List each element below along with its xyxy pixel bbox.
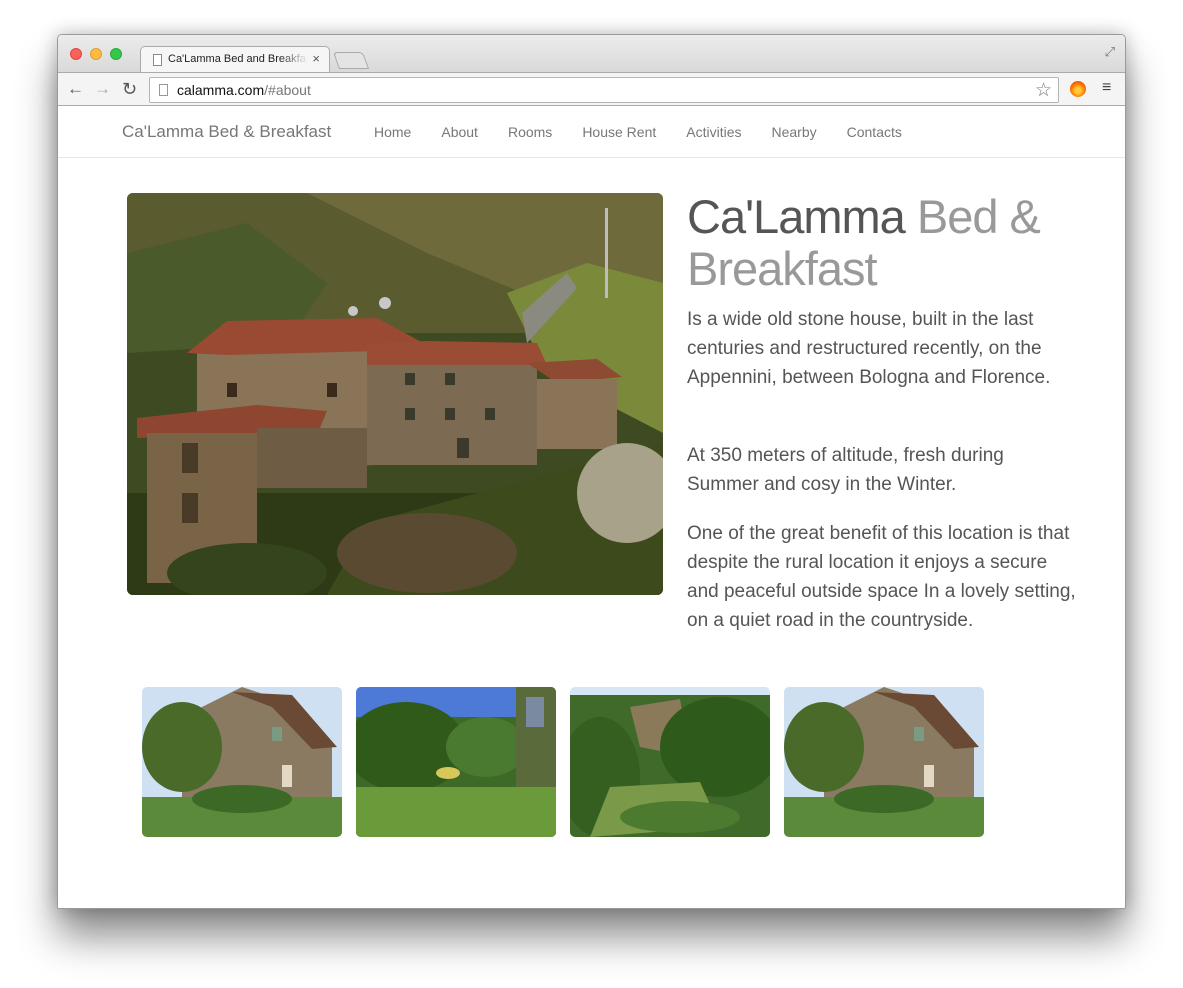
browser-tab[interactable]: Ca'Lamma Bed and Breakfast × bbox=[140, 46, 330, 73]
nav-link-activities[interactable]: Activities bbox=[686, 124, 741, 140]
fullscreen-icon[interactable]: ⤢ bbox=[1105, 44, 1115, 60]
about-heading: Ca'Lamma Bed & Breakfast bbox=[687, 191, 1087, 295]
url-text[interactable]: calamma.com/#about bbox=[177, 82, 311, 98]
hero-photo bbox=[127, 193, 663, 595]
nav-link-contacts[interactable]: Contacts bbox=[847, 124, 902, 140]
about-paragraph: At 350 meters of altitude, fresh during … bbox=[687, 445, 1004, 495]
about-paragraph: Is a wide old stone house, built in the … bbox=[687, 309, 1051, 388]
url-host: calamma.com bbox=[177, 82, 265, 98]
gallery-thumbnail[interactable] bbox=[356, 687, 556, 837]
extension-fire-icon[interactable] bbox=[1070, 81, 1086, 97]
page-content: Ca'Lamma Bed & Breakfast Home About Room… bbox=[58, 107, 1125, 908]
reload-icon[interactable]: ↻ bbox=[122, 79, 137, 99]
site-brand[interactable]: Ca'Lamma Bed & Breakfast bbox=[122, 122, 331, 142]
gallery-thumbnail[interactable] bbox=[570, 687, 770, 837]
site-navbar: Ca'Lamma Bed & Breakfast Home About Room… bbox=[58, 107, 1125, 158]
minimize-window-button[interactable] bbox=[90, 48, 102, 60]
close-window-button[interactable] bbox=[70, 48, 82, 60]
page-icon bbox=[153, 54, 162, 66]
forward-icon[interactable]: → bbox=[94, 79, 111, 99]
url-path: /#about bbox=[264, 82, 311, 98]
zoom-window-button[interactable] bbox=[110, 48, 122, 60]
nav-link-about[interactable]: About bbox=[441, 124, 478, 140]
browser-toolbar: ← → ↻ calamma.com/#about ☆ ≡ bbox=[58, 72, 1125, 106]
tab-title: Ca'Lamma Bed and Breakfast bbox=[168, 53, 308, 65]
heading-main: Ca'Lamma bbox=[687, 190, 906, 243]
gallery-thumbnail[interactable] bbox=[784, 687, 984, 837]
gallery-thumbnail[interactable] bbox=[142, 687, 342, 837]
menu-icon[interactable]: ≡ bbox=[1102, 79, 1111, 97]
about-paragraph: One of the great benefit of this locatio… bbox=[687, 523, 1076, 631]
nav-link-house-rent[interactable]: House Rent bbox=[582, 124, 656, 140]
nav-links: Home About Rooms House Rent Activities N… bbox=[374, 124, 932, 140]
bookmark-star-icon[interactable]: ☆ bbox=[1035, 79, 1052, 102]
page-icon bbox=[159, 84, 168, 96]
back-icon[interactable]: ← bbox=[67, 79, 84, 99]
nav-link-rooms[interactable]: Rooms bbox=[508, 124, 552, 140]
address-bar[interactable]: calamma.com/#about ☆ bbox=[149, 77, 1059, 103]
title-bar: Ca'Lamma Bed and Breakfast × ⤢ bbox=[58, 35, 1125, 73]
nav-link-home[interactable]: Home bbox=[374, 124, 411, 140]
browser-window: Ca'Lamma Bed and Breakfast × ⤢ ← → ↻ cal… bbox=[57, 34, 1126, 909]
new-tab-button[interactable] bbox=[332, 52, 370, 69]
nav-link-nearby[interactable]: Nearby bbox=[771, 124, 816, 140]
close-icon[interactable]: × bbox=[312, 51, 320, 66]
